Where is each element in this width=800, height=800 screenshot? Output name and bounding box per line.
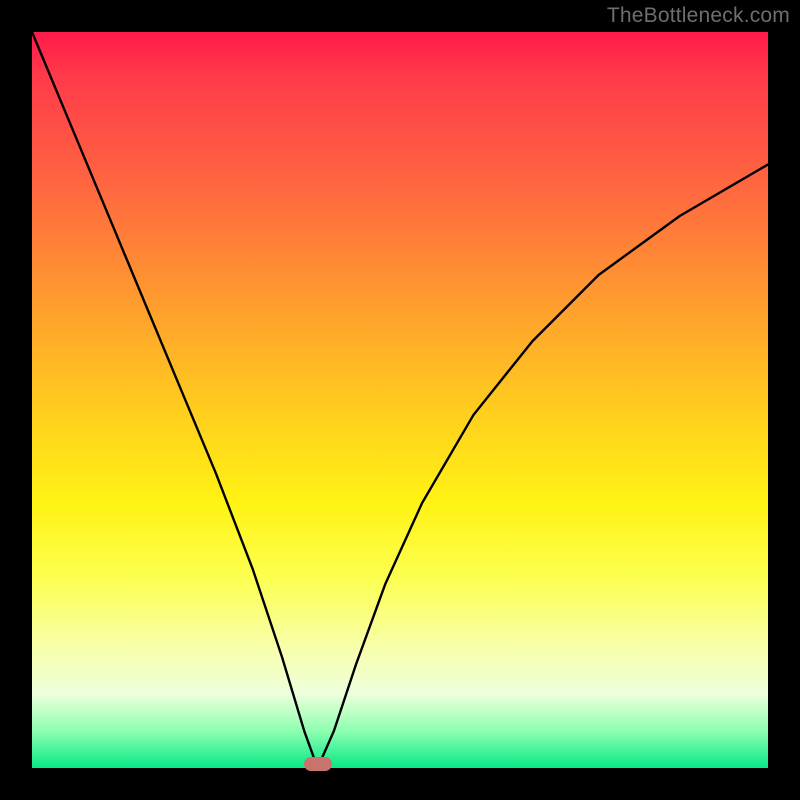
watermark-text: TheBottleneck.com <box>607 4 790 28</box>
plot-area <box>32 32 768 768</box>
bottleneck-curve <box>32 32 768 768</box>
chart-frame: TheBottleneck.com <box>0 0 800 800</box>
optimum-marker <box>304 757 332 771</box>
